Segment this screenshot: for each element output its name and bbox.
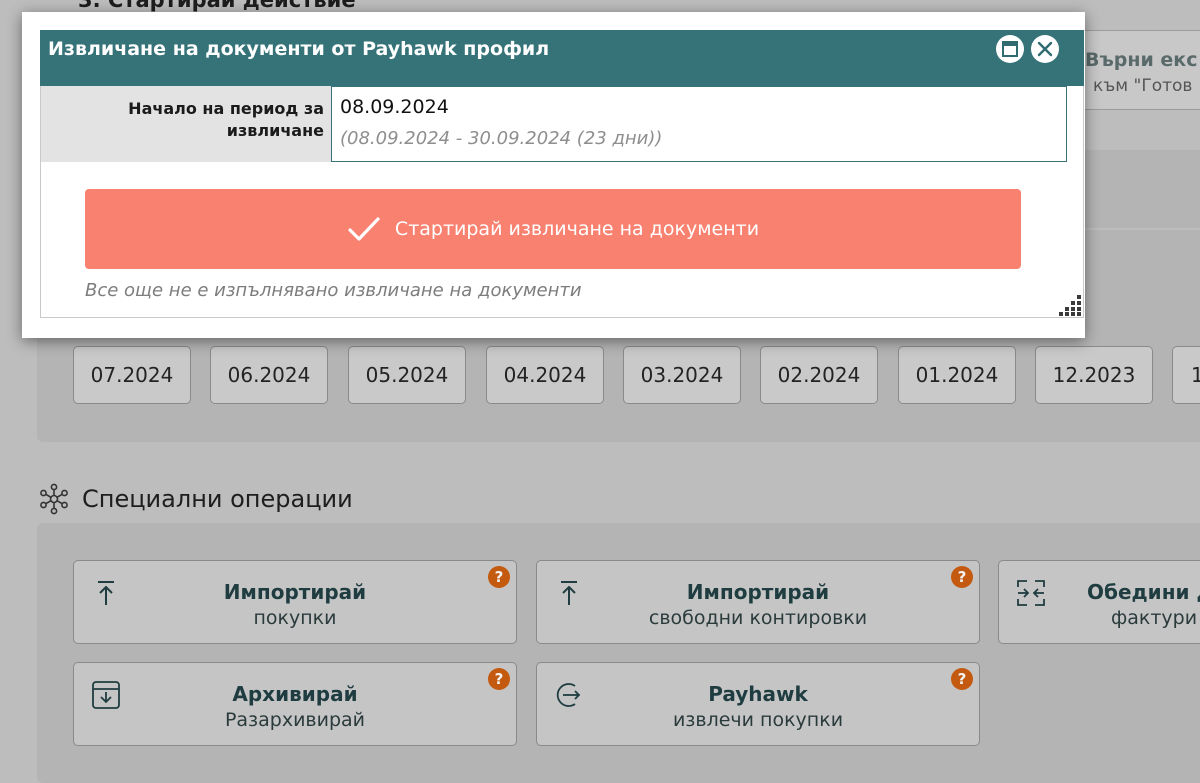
month-chip[interactable]: 12.2023 (1035, 346, 1153, 404)
month-chip[interactable]: 02.2024 (760, 346, 878, 404)
help-icon[interactable]: ? (488, 566, 510, 588)
op-subtitle: Разархивирай (224, 709, 366, 731)
merge-invoices-button[interactable]: Обедини д фактури (998, 560, 1200, 644)
start-extraction-label: Стартирай извличане на документи (394, 218, 760, 240)
merge-icon (1017, 580, 1045, 606)
close-button[interactable] (1031, 35, 1059, 63)
op-subtitle: фактури (1111, 607, 1198, 629)
maximize-icon (1002, 41, 1018, 57)
period-start-label-line2: извличане (226, 121, 324, 140)
payhawk-extract-button[interactable]: Payhawk извлечи покупки ? (536, 662, 980, 746)
help-icon[interactable]: ? (488, 668, 510, 690)
op-subtitle: извлечи покупки (672, 709, 844, 731)
month-chip[interactable]: 03.2024 (623, 346, 741, 404)
month-chip[interactable]: 04.2024 (486, 346, 604, 404)
op-title: Импортирай (686, 580, 830, 604)
period-start-value: 08.09.2024 (340, 96, 449, 118)
help-icon[interactable]: ? (951, 566, 973, 588)
maximize-button[interactable] (996, 35, 1024, 63)
period-range-hint: (08.09.2024 - 30.09.2024 (23 дни)) (340, 128, 663, 149)
special-operations-heading: Специални операции (38, 482, 353, 516)
step-heading: 3. Стартирай действие (78, 0, 356, 12)
help-icon[interactable]: ? (951, 668, 973, 690)
return-export-sublabel: към "Готов (1093, 76, 1193, 96)
op-subtitle: свободни контировки (648, 607, 868, 629)
op-title: Архивирай (232, 682, 358, 706)
network-icon (40, 483, 68, 515)
check-icon (348, 217, 380, 241)
return-export-button[interactable]: Върни екс към "Готов (1070, 30, 1200, 110)
extraction-status-text: Все още не е изпълнявано извличане на до… (85, 280, 582, 301)
start-extraction-button[interactable]: Стартирай извличане на документи (85, 189, 1021, 269)
return-export-label: Върни екс (1085, 49, 1198, 71)
op-subtitle: покупки (253, 607, 337, 629)
dialog-header[interactable]: Извличане на документи от Payhawk профил (40, 30, 1084, 86)
month-chip[interactable]: 05.2024 (348, 346, 466, 404)
month-chip[interactable]: 07.2024 (73, 346, 191, 404)
close-icon (1037, 41, 1053, 57)
month-chip[interactable]: 1 (1172, 346, 1200, 404)
import-purchases-button[interactable]: Импортирай покупки ? (73, 560, 517, 644)
payhawk-extract-dialog: Извличане на документи от Payhawk профил… (22, 12, 1085, 338)
dialog-body: Начало на период за извличане 08.09.2024… (40, 86, 1084, 318)
period-start-label: Начало на период за извличане (41, 86, 331, 162)
op-title: Обедини д (1087, 580, 1200, 604)
import-free-postings-button[interactable]: Импортирай свободни контировки ? (536, 560, 980, 644)
period-start-label-line1: Начало на период за (128, 99, 324, 118)
op-title: Payhawk (708, 682, 808, 706)
dialog-title: Извличане на документи от Payhawk профил (48, 38, 550, 60)
special-operations-title: Специални операции (82, 485, 353, 513)
month-chip[interactable]: 01.2024 (898, 346, 1016, 404)
month-chip[interactable]: 06.2024 (210, 346, 328, 404)
resize-grip-icon[interactable] (1057, 291, 1083, 317)
panel-strip (1065, 150, 1200, 228)
archive-button[interactable]: Архивирай Разархивирай ? (73, 662, 517, 746)
period-start-input[interactable]: 08.09.2024 (08.09.2024 - 30.09.2024 (23 … (331, 86, 1067, 162)
op-title: Импортирай (223, 580, 367, 604)
